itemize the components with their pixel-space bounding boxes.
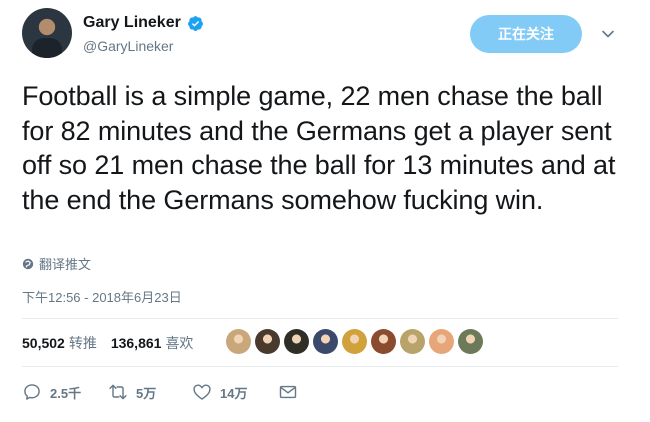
globe-icon (22, 258, 34, 269)
translate-label[interactable]: 翻译推文 (39, 254, 91, 273)
liker-avatar[interactable] (400, 329, 425, 354)
tweet-actions: 2.5千 5万 14万 (22, 382, 298, 402)
liker-avatar[interactable] (429, 329, 454, 354)
retweet-button[interactable]: 5万 (108, 382, 192, 402)
liker-avatar[interactable] (458, 329, 483, 354)
retweet-icon (109, 384, 127, 400)
likes-label[interactable]: 喜欢 (165, 333, 193, 353)
heart-icon (193, 384, 211, 400)
likes-count[interactable]: 136,861 (111, 335, 162, 351)
verified-badge-icon (187, 15, 203, 31)
liker-avatar[interactable] (371, 329, 396, 354)
following-button-label: 正在关注 (498, 26, 554, 42)
liker-avatar[interactable] (284, 329, 309, 354)
following-button[interactable]: 正在关注 (470, 15, 582, 53)
envelope-icon (279, 385, 297, 399)
reply-icon (24, 384, 40, 400)
liker-avatar[interactable] (313, 329, 338, 354)
author-name-row[interactable]: Gary Lineker (83, 12, 204, 34)
liker-avatars (226, 329, 483, 354)
author-avatar[interactable] (22, 8, 72, 58)
liker-avatar[interactable] (226, 329, 251, 354)
reply-button[interactable]: 2.5千 (22, 382, 108, 402)
translate-tweet-link[interactable]: 翻译推文 (22, 254, 91, 273)
liker-avatar[interactable] (342, 329, 367, 354)
retweets-count[interactable]: 50,502 (22, 335, 65, 351)
retweets-label[interactable]: 转推 (69, 333, 97, 353)
like-button[interactable]: 14万 (192, 382, 278, 402)
tweet-timestamp[interactable]: 下午12:56 - 2018年6月23日 (22, 287, 182, 306)
author-display-name[interactable]: Gary Lineker (83, 12, 181, 34)
direct-message-button[interactable] (278, 382, 298, 402)
tweet-text: Football is a simple game, 22 men chase … (22, 81, 616, 215)
author-info: Gary Lineker @GaryLineker (83, 12, 204, 54)
divider (22, 366, 618, 367)
retweet-count: 5万 (136, 385, 157, 401)
liker-avatar[interactable] (255, 329, 280, 354)
divider (22, 318, 618, 319)
reply-count: 2.5千 (50, 385, 82, 401)
chevron-down-icon[interactable] (600, 26, 616, 42)
like-count: 14万 (220, 385, 248, 401)
author-handle[interactable]: @GaryLineker (83, 38, 204, 54)
tweet-stats: 50,502 转推 136,861 喜欢 (22, 333, 207, 353)
